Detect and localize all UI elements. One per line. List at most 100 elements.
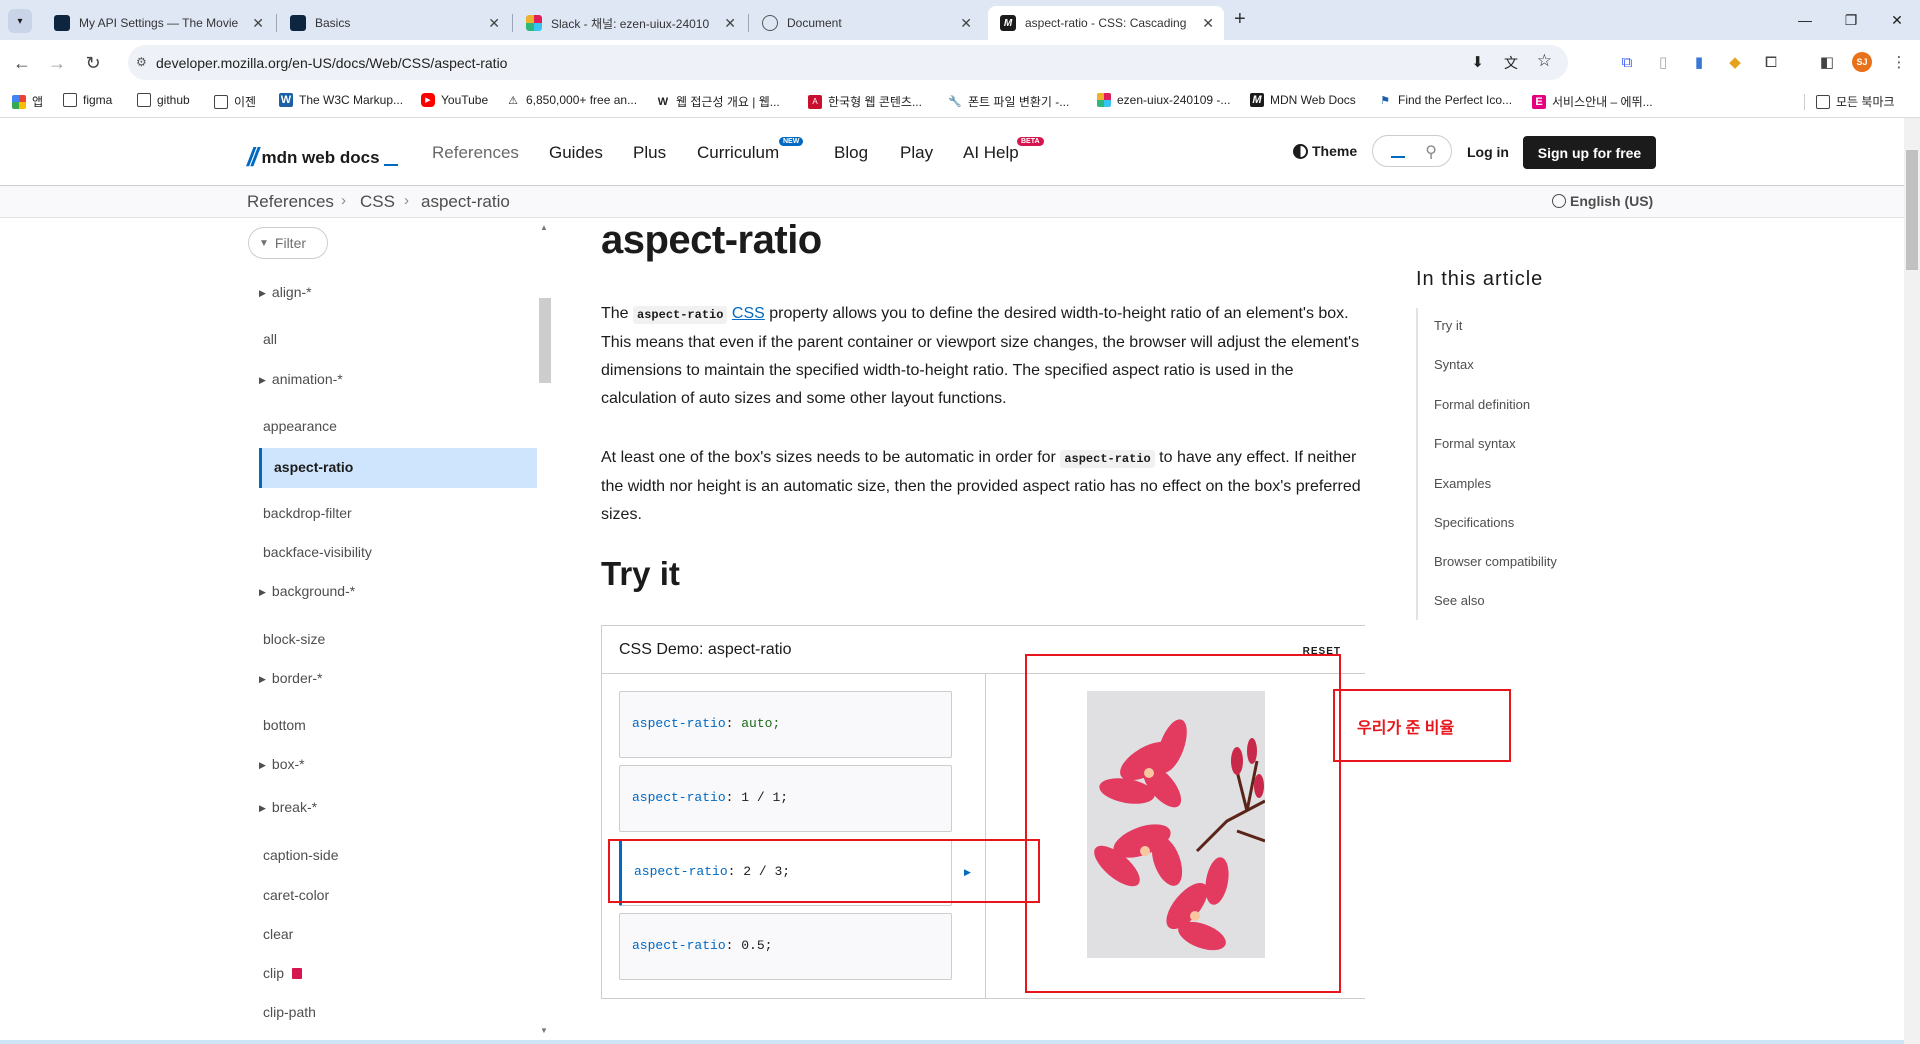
bookmark-kwcag[interactable]: A 한국형 웹 콘텐츠... (808, 93, 922, 110)
language-switcher[interactable]: English (US) (1552, 193, 1653, 209)
bookmark-slack[interactable]: ezen-uiux-240109 -... (1097, 93, 1230, 107)
nav-curriculum[interactable]: Curriculum NEW (697, 137, 804, 163)
bookmark-star-icon[interactable]: ☆ (1537, 51, 1552, 71)
toc-item[interactable]: See also (1434, 593, 1485, 608)
toc-item[interactable]: Browser compatibility (1434, 554, 1557, 569)
side-panel-icon[interactable]: ◧ (1816, 51, 1838, 73)
theme-button[interactable]: Theme (1293, 143, 1357, 159)
sidebar-item-aspect-ratio[interactable]: aspect-ratio (259, 448, 537, 488)
back-button[interactable]: ← (7, 48, 37, 78)
bookmark-youtube[interactable]: ▶ YouTube (421, 93, 488, 107)
sidebar-item-border[interactable]: border-* (259, 670, 323, 686)
bookmark-ezen[interactable]: 이젠 (214, 93, 256, 110)
sidebar-item-clear[interactable]: clear (263, 926, 293, 942)
sidebar-item-box[interactable]: box-* (259, 756, 305, 772)
tab-aspect-ratio[interactable]: M aspect-ratio - CSS: Cascading ✕ (988, 6, 1224, 40)
search-icon: ⚲ (1425, 144, 1437, 161)
site-search-input[interactable]: ⚲ (1372, 135, 1452, 167)
translate-icon[interactable]: 文 (1504, 53, 1518, 73)
sidebar-item-appearance[interactable]: appearance (263, 418, 337, 434)
sidebar-item-all[interactable]: all (263, 331, 277, 347)
forward-button[interactable]: → (42, 48, 72, 78)
nav-play[interactable]: Play (900, 143, 933, 163)
sidebar-item-backface-visibility[interactable]: backface-visibility (263, 544, 372, 560)
sidebar-item-bottom[interactable]: bottom (263, 717, 306, 733)
nav-ai-help[interactable]: AI Help BETA (963, 137, 1044, 163)
nav-references[interactable]: References (432, 143, 519, 163)
nav-plus[interactable]: Plus (633, 143, 666, 163)
bookmark-font-converter[interactable]: 🔧 폰트 파일 변환기 -... (948, 93, 1069, 110)
menu-kebab-icon[interactable]: ⋮ (1888, 51, 1910, 73)
extension-icon[interactable]: ⧉ (1616, 51, 1638, 73)
sidebar-item-background[interactable]: background-* (259, 583, 355, 599)
sidebar-item-caption-side[interactable]: caption-side (263, 847, 339, 863)
bookmark-apps[interactable]: 앱 (12, 93, 43, 110)
tab-document[interactable]: Document ✕ (750, 6, 982, 40)
sidebar-item-block-size[interactable]: block-size (263, 631, 325, 647)
bookmark-find-icons[interactable]: ⚑ Find the Perfect Ico... (1378, 93, 1512, 107)
demo-choice[interactable]: aspect-ratio: 0.5; (619, 913, 952, 980)
sidebar-item-clip[interactable]: clip (263, 965, 302, 981)
extension-icon[interactable]: ▯ (1652, 51, 1674, 73)
bookmark-service[interactable]: E 서비스안내 – 에뛰... (1532, 93, 1653, 110)
sidebar-scrollbar[interactable] (539, 298, 551, 383)
tab-slack[interactable]: Slack - 채널: ezen-uiux-24010 ✕ (514, 6, 746, 40)
toc-item[interactable]: Specifications (1434, 515, 1514, 530)
tab-search-button[interactable]: ▾ (8, 9, 32, 33)
bookmark-w3c[interactable]: W The W3C Markup... (279, 93, 403, 107)
all-bookmarks[interactable]: 모든 북마크 (1816, 93, 1895, 110)
sidebar-item-clip-path[interactable]: clip-path (263, 1004, 316, 1020)
reload-button[interactable]: ↻ (78, 48, 108, 78)
extension-icon[interactable]: ▮ (1688, 51, 1710, 73)
scroll-down-arrow-icon[interactable]: ▼ (540, 1026, 548, 1035)
install-app-icon[interactable]: ⬇ (1471, 53, 1484, 71)
demo-choice[interactable]: aspect-ratio: auto; (619, 691, 952, 758)
toc-item[interactable]: Try it (1434, 318, 1462, 333)
breadcrumb-aspect-ratio[interactable]: aspect-ratio (421, 192, 510, 212)
mdn-logo[interactable]: // mdn web docs (247, 142, 398, 173)
signup-button[interactable]: Sign up for free (1523, 136, 1656, 169)
toc-item[interactable]: Formal definition (1434, 397, 1530, 412)
theme-label: Theme (1312, 143, 1358, 159)
address-bar[interactable]: ⚙ developer.mozilla.org/en-US/docs/Web/C… (128, 45, 1568, 80)
tab-my-api-settings[interactable]: My API Settings — The Movie ✕ (42, 6, 274, 40)
profile-avatar[interactable]: SJ (1852, 52, 1872, 72)
sidebar-item-align[interactable]: align-* (259, 284, 312, 300)
sidebar-filter-input[interactable]: ▼ Filter (248, 227, 328, 259)
tab-basics[interactable]: Basics ✕ (278, 6, 510, 40)
bookmark-mdn[interactable]: M MDN Web Docs (1250, 93, 1356, 107)
extension-icon[interactable]: ◆ (1724, 51, 1746, 73)
sidebar-item-animation[interactable]: animation-* (259, 371, 343, 387)
scroll-up-arrow-icon[interactable]: ▲ (540, 223, 548, 232)
sidebar-item-break[interactable]: break-* (259, 799, 317, 815)
close-icon[interactable]: ✕ (252, 15, 264, 32)
new-tab-button[interactable]: + (1234, 8, 1246, 31)
restore-button[interactable]: ❐ (1828, 0, 1874, 40)
page-scrollbar-thumb[interactable] (1906, 150, 1918, 270)
folder-icon (214, 94, 228, 109)
close-icon[interactable]: ✕ (488, 15, 500, 32)
close-icon[interactable]: ✕ (960, 15, 972, 32)
extensions-puzzle-icon[interactable]: ⧠ (1760, 51, 1782, 73)
sidebar-item-caret-color[interactable]: caret-color (263, 887, 329, 903)
close-icon[interactable]: ✕ (1202, 15, 1214, 32)
bookmark-web-accessibility[interactable]: W웹 접근성 개요 | 웹... (656, 93, 780, 110)
css-link[interactable]: CSS (732, 305, 765, 322)
breadcrumb-references[interactable]: References (247, 192, 334, 212)
bookmark-figma[interactable]: figma (63, 93, 112, 107)
sidebar-item-backdrop-filter[interactable]: backdrop-filter (263, 505, 352, 521)
bookmark-github[interactable]: github (137, 93, 190, 107)
toc-item[interactable]: Examples (1434, 476, 1491, 491)
minimize-button[interactable]: — (1782, 0, 1828, 40)
demo-choice[interactable]: aspect-ratio: 1 / 1; (619, 765, 952, 832)
site-info-icon[interactable]: ⚙ (136, 55, 147, 69)
close-icon[interactable]: ✕ (724, 15, 736, 32)
close-window-button[interactable]: ✕ (1874, 0, 1920, 40)
nav-blog[interactable]: Blog (834, 143, 868, 163)
breadcrumb-css[interactable]: CSS (360, 192, 395, 212)
toc-item[interactable]: Syntax (1434, 357, 1474, 372)
toc-item[interactable]: Formal syntax (1434, 436, 1516, 451)
login-link[interactable]: Log in (1467, 144, 1509, 160)
nav-guides[interactable]: Guides (549, 143, 603, 163)
bookmark-flaticon[interactable]: ⚠ 6,850,000+ free an... (506, 93, 637, 107)
